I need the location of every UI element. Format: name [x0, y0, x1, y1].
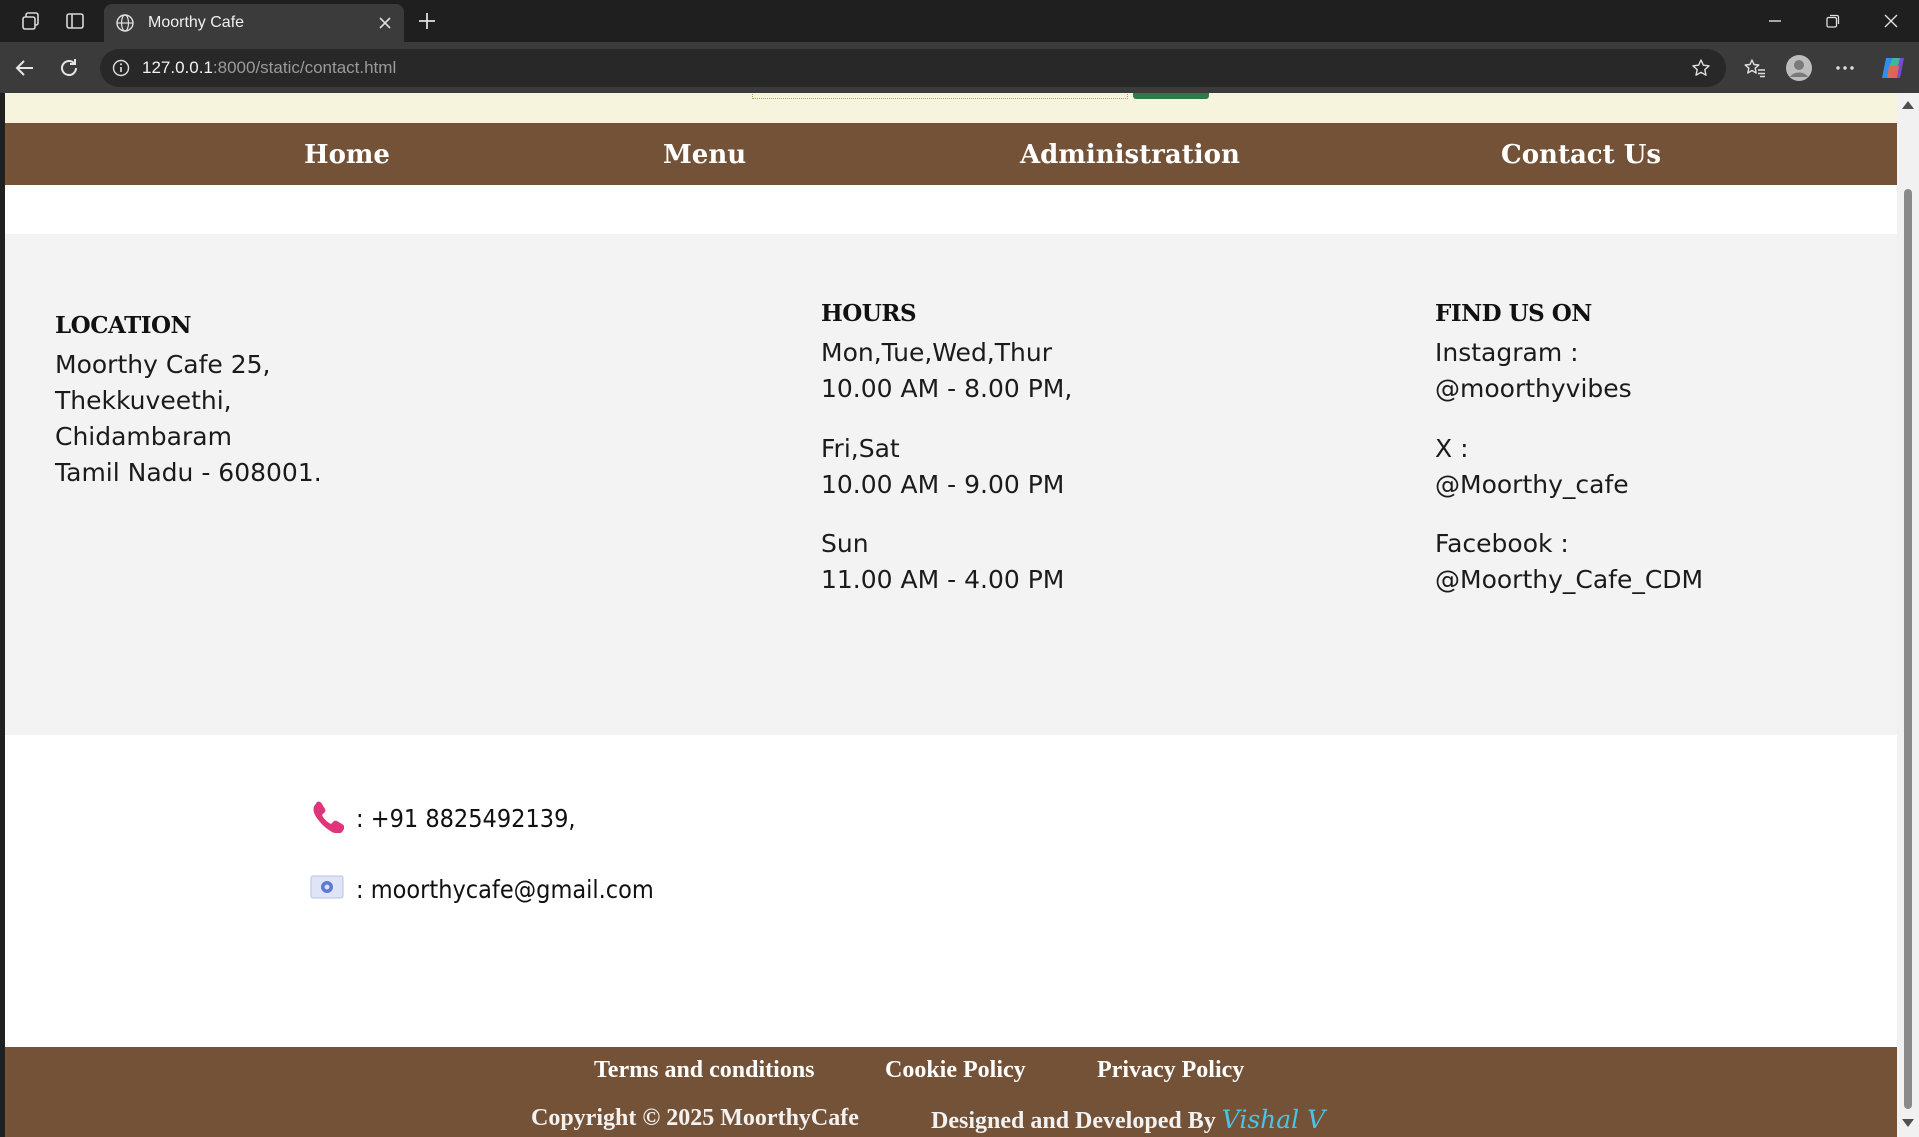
new-tab-icon[interactable] [412, 6, 442, 36]
hours-days: Sun [821, 529, 869, 558]
minimize-icon[interactable] [1746, 0, 1804, 42]
favorites-icon[interactable] [1738, 51, 1772, 85]
search-input[interactable] [752, 93, 1128, 99]
header-strip [5, 93, 1897, 123]
hours-days: Fri,Sat [821, 434, 900, 463]
facebook-handle[interactable]: @Moorthy_Cafe_CDM [1435, 565, 1703, 594]
email-address[interactable]: : moorthycafe@gmail.com [356, 875, 654, 904]
copyright-text: Copyright © 2025 MoorthyCafe [531, 1105, 859, 1131]
hours-time: 10.00 AM - 9.00 PM [821, 470, 1065, 499]
nav-home[interactable]: Home [304, 123, 390, 185]
address-line: Moorthy Cafe 25, [55, 350, 271, 379]
profile-avatar-icon[interactable] [1782, 51, 1816, 85]
nav-contact-us[interactable]: Contact Us [1501, 123, 1661, 185]
credits-text: Designed and Developed By Vishal V [931, 1105, 1326, 1134]
social-label: Facebook : [1435, 529, 1569, 558]
close-tab-icon[interactable] [370, 8, 400, 38]
privacy-policy-link[interactable]: Privacy Policy [1097, 1057, 1244, 1084]
hours-heading: HOURS [821, 300, 917, 327]
search-button[interactable] [1133, 93, 1209, 99]
info-section: LOCATION Moorthy Cafe 25, Thekkuveethi, … [5, 234, 1897, 735]
page-scrollbar[interactable] [1897, 93, 1919, 1137]
globe-icon [114, 12, 136, 34]
tab-title: Moorthy Cafe [148, 14, 245, 31]
close-window-icon[interactable] [1862, 0, 1919, 42]
scroll-up-icon[interactable] [1902, 101, 1914, 109]
nav-administration[interactable]: Administration [1020, 123, 1240, 185]
nav-menu[interactable]: Menu [663, 123, 746, 185]
hours-time: 11.00 AM - 4.00 PM [821, 565, 1065, 594]
scrollbar-thumb[interactable] [1904, 189, 1912, 1109]
more-menu-icon[interactable] [1828, 51, 1862, 85]
social-label: X : [1435, 434, 1469, 463]
copilot-icon[interactable] [1876, 51, 1910, 85]
scroll-down-icon[interactable] [1902, 1119, 1914, 1127]
find-us-heading: FIND US ON [1435, 300, 1592, 327]
address-line: Tamil Nadu - 608001. [55, 458, 322, 487]
browser-tab-strip: Moorthy Cafe [0, 0, 1919, 42]
phone-number[interactable]: : +91 8825492139, [356, 804, 576, 833]
location-heading: LOCATION [55, 312, 192, 339]
cookie-policy-link[interactable]: Cookie Policy [885, 1057, 1026, 1084]
vertical-tabs-icon[interactable] [62, 8, 88, 34]
site-navigation: Home Menu Administration Contact Us [5, 123, 1897, 185]
hours-time: 10.00 AM - 8.00 PM, [821, 374, 1073, 403]
back-arrow-icon[interactable] [8, 51, 42, 85]
social-label: Instagram : [1435, 338, 1579, 367]
phone-icon [310, 799, 345, 838]
phone-row: : +91 8825492139, [310, 799, 576, 838]
instagram-handle[interactable]: @moorthyvibes [1435, 374, 1632, 403]
reload-icon[interactable] [52, 51, 86, 85]
url-text[interactable]: 127.0.0.1:8000/static/contact.html [142, 58, 1684, 78]
workspaces-icon[interactable] [18, 8, 44, 34]
page-viewport: Home Menu Administration Contact Us LOCA… [5, 93, 1897, 1137]
email-row: : moorthycafe@gmail.com [310, 874, 654, 905]
designer-name[interactable]: Vishal V [1222, 1105, 1325, 1134]
terms-link[interactable]: Terms and conditions [594, 1057, 815, 1084]
browser-toolbar: 127.0.0.1:8000/static/contact.html [0, 42, 1919, 93]
email-icon [310, 874, 344, 905]
restore-icon[interactable] [1804, 0, 1862, 42]
x-handle[interactable]: @Moorthy_cafe [1435, 470, 1629, 499]
site-info-icon[interactable] [110, 57, 132, 79]
favorite-star-icon[interactable] [1684, 51, 1718, 85]
address-line: Thekkuveethi, [55, 386, 232, 415]
address-line: Chidambaram [55, 422, 232, 451]
address-bar[interactable]: 127.0.0.1:8000/static/contact.html [100, 49, 1726, 87]
hours-days: Mon,Tue,Wed,Thur [821, 338, 1052, 367]
active-tab[interactable]: Moorthy Cafe [104, 4, 404, 42]
site-footer: Terms and conditions Cookie Policy Priva… [5, 1047, 1897, 1137]
